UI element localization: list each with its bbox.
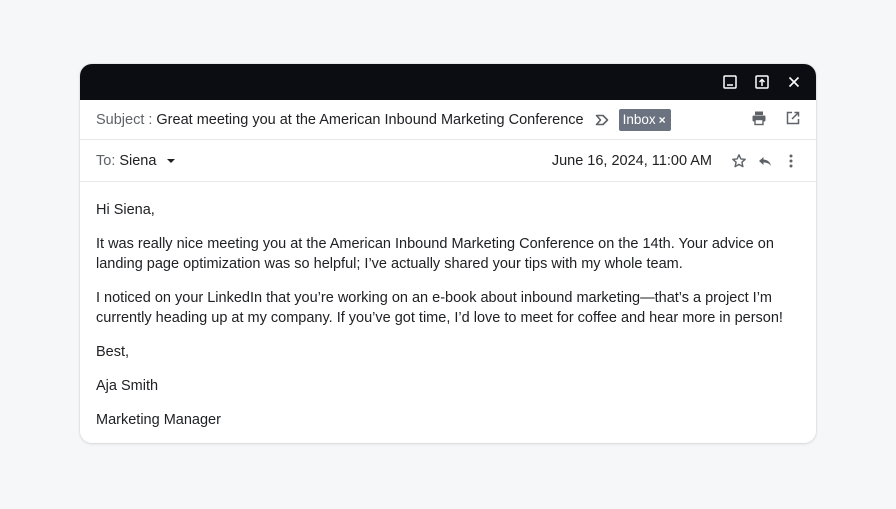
greeting: Hi Siena, (96, 202, 155, 218)
more-options-icon[interactable] (782, 152, 800, 170)
signoff: Best, (96, 344, 130, 360)
reply-icon[interactable] (756, 152, 774, 170)
recipient-row: To: Siena June 16, 2024, 11:00 AM (80, 140, 816, 182)
remove-label-button[interactable]: × (659, 113, 666, 127)
sender-name: Aja Smith (96, 378, 159, 394)
sender-title: Marketing Manager (96, 412, 221, 428)
message-date: June 16, 2024, 11:00 AM (551, 152, 712, 169)
recipient-name: Siena (119, 152, 157, 169)
subject-separator: : (148, 111, 153, 128)
important-marker-icon[interactable] (595, 114, 609, 126)
chevron-down-icon[interactable] (166, 158, 176, 164)
body-paragraph-2: I noticed on your LinkedIn that you’re w… (96, 290, 783, 326)
message-actions: June 16, 2024, 11:00 AM (552, 140, 800, 181)
window-titlebar (80, 64, 816, 100)
star-icon[interactable] (730, 152, 748, 170)
body-paragraph-1: It was really nice meeting you at the Am… (96, 236, 774, 272)
subject-label: Subject (96, 111, 145, 128)
minimize-icon[interactable] (720, 72, 740, 92)
label-chip-text: Inbox (622, 112, 656, 127)
print-icon[interactable] (750, 109, 768, 127)
email-subject: Great meeting you at the American Inboun… (156, 111, 584, 128)
window-controls (720, 72, 804, 92)
subject-row: Subject : Great meeting you at the Ameri… (80, 100, 816, 140)
open-in-new-window-icon[interactable] (784, 109, 802, 127)
message-body: Hi Siena, It was really nice meeting you… (80, 182, 816, 430)
email-window: Subject : Great meeting you at the Ameri… (80, 64, 816, 443)
subject-actions (750, 109, 802, 127)
to-label: To: (96, 152, 116, 169)
close-icon[interactable] (784, 72, 804, 92)
popout-icon[interactable] (752, 72, 772, 92)
label-chip-inbox[interactable]: Inbox × (618, 108, 671, 131)
